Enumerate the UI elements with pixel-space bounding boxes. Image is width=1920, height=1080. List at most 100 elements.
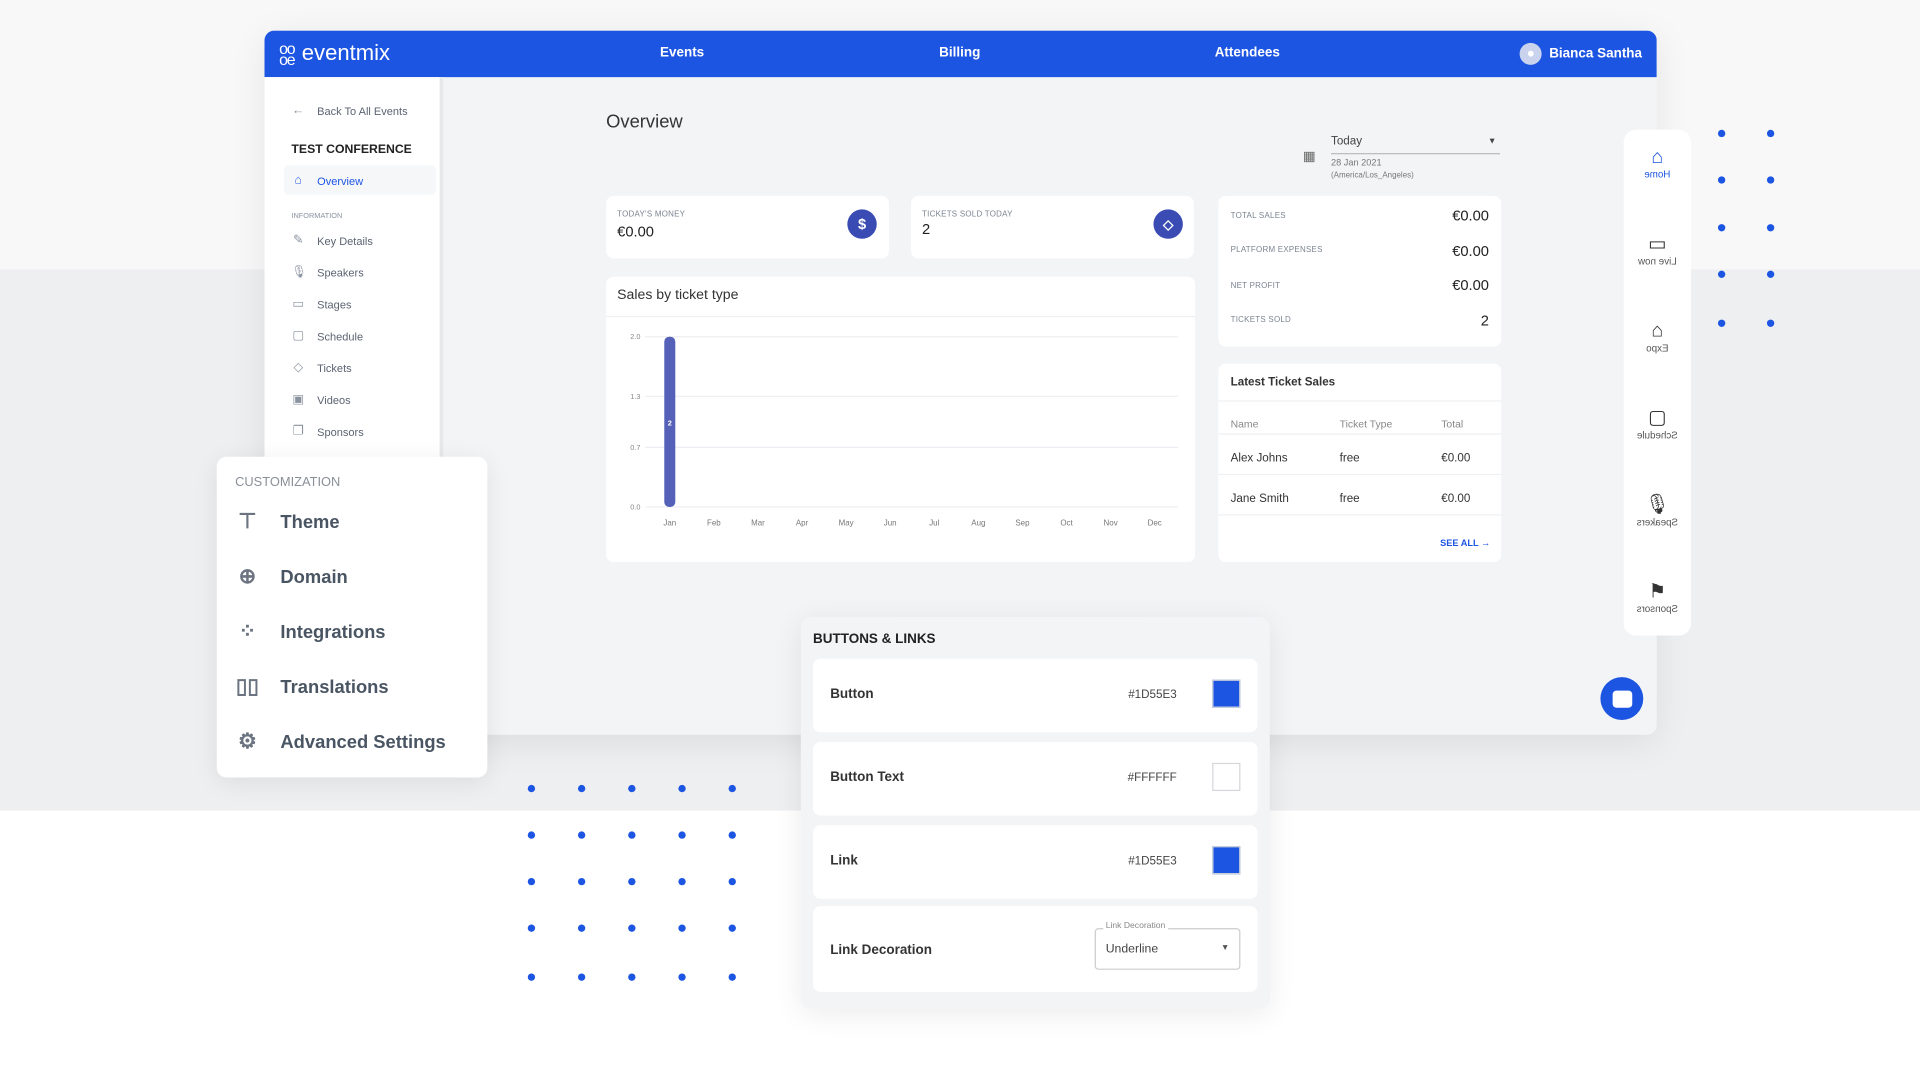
decorative-dot (527, 877, 536, 886)
x-tick-label: Nov (1104, 518, 1118, 527)
decorative-dot (728, 877, 736, 886)
sponsor-icon: ❐ (292, 424, 304, 439)
sidebar-item-stages[interactable]: ▭ Stages (291, 298, 351, 311)
logo-icon: oo oe (279, 38, 296, 68)
column-header-name: Name (1230, 417, 1259, 430)
panel-title: BUTTONS & LINKS (813, 631, 936, 647)
decorative-dot (728, 973, 736, 981)
back-link[interactable]: ← Back To All Events (291, 104, 408, 118)
decorative-dot (628, 973, 636, 981)
bar-data-label: 2 (668, 419, 672, 428)
gear-icon: ⚙ (238, 729, 257, 754)
book-icon: ▯▯ (235, 674, 259, 698)
see-all-link[interactable]: SEE ALL → (1440, 538, 1490, 549)
customization-item-advanced-settings[interactable]: ⚙ Advanced Settings (235, 730, 446, 754)
pencil-icon: ✎ (293, 233, 304, 248)
decorative-dot (1717, 176, 1726, 184)
buttons-links-panel: BUTTONS & LINKS Button #1D55E3 Button Text… (800, 617, 1270, 1009)
color-swatch[interactable] (1212, 762, 1241, 792)
customization-item-theme[interactable]: ⊤ Theme (235, 509, 339, 533)
nav-events[interactable]: Events (660, 45, 704, 60)
color-swatch[interactable] (1212, 846, 1241, 875)
color-swatch[interactable] (1212, 679, 1241, 708)
rail-item-schedule[interactable]: ▢ Schedule (1624, 408, 1691, 441)
x-tick-label: Dec (1148, 518, 1162, 527)
date-value: 28 Jan 2021 (1331, 156, 1382, 168)
timezone: (America/Los_Angeles) (1331, 171, 1414, 181)
x-tick-label: Oct (1060, 518, 1073, 527)
link-decoration-select[interactable]: Link Decoration Underline ▼ (1094, 922, 1241, 970)
sidebar-item-overview-label[interactable]: ⌂ Overview (291, 174, 363, 187)
rail-item-home[interactable]: ⌂ Home (1624, 147, 1691, 180)
customization-item-integrations[interactable]: ⁘ Integrations (235, 619, 386, 644)
color-row-link: Link #1D55E3 (813, 825, 1258, 899)
logo[interactable]: oo oe eventmix (279, 38, 390, 68)
rail-item-sponsors[interactable]: ⚑ Sponsors (1624, 582, 1691, 615)
decorative-dot (628, 877, 636, 886)
arrow-right-icon: → (1481, 537, 1491, 549)
customization-item-translations[interactable]: ▯▯ Translations (235, 675, 389, 699)
decorative-dot (527, 973, 536, 981)
decorative-dot (1717, 270, 1726, 278)
attendee-nav-rail: ⌂ Home ▭ Live now ⌂ Expo ▢ Schedule 🎙 Speakers ⚑ Sp… (1623, 129, 1692, 636)
date-range-select[interactable]: Today ▼ (1331, 135, 1501, 155)
x-tick-label: Jul (929, 518, 939, 527)
decorative-dot (1766, 176, 1775, 184)
decorative-dot (678, 877, 686, 886)
column-header-type: Ticket Type (1339, 417, 1393, 430)
dollar-icon: $ (847, 209, 877, 239)
decorative-dot (577, 973, 586, 981)
sidebar-item-speakers[interactable]: 🎙 Speakers (291, 266, 363, 279)
decorative-dot (527, 924, 536, 932)
color-row-button: Button #1D55E3 (813, 658, 1258, 733)
sidebar-item-key-details[interactable]: ✎ Key Details (291, 233, 373, 248)
table-row[interactable]: Alex Johns free €0.00 (1218, 433, 1502, 473)
sidebar-item-tickets[interactable]: ◇ Tickets (291, 361, 351, 374)
rail-item-expo[interactable]: ⌂ Expo (1624, 321, 1691, 354)
stage: oo oe eventmix Events Billing Attendees ● B… (0, 0, 1920, 1080)
decorative-dot (728, 924, 736, 932)
avatar: ● (1519, 42, 1542, 65)
rail-item-speakers[interactable]: 🎙 Speakers (1624, 495, 1691, 528)
x-tick-label: May (839, 518, 854, 527)
nav-attendees[interactable]: Attendees (1215, 45, 1280, 60)
top-navbar: oo oe eventmix Events Billing Attendees ● B… (264, 30, 1657, 78)
chat-button[interactable] (1600, 677, 1644, 721)
decorative-dot (728, 831, 736, 839)
latest-sales-card: Latest Ticket Sales Name Ticket Type Tot… (1218, 363, 1502, 563)
integrations-icon: ⁘ (238, 619, 257, 643)
decorative-dot (728, 784, 736, 793)
decorative-dot (1717, 129, 1726, 138)
arrow-left-icon: ← (292, 104, 305, 118)
x-tick-label: Sep (1015, 518, 1030, 527)
sidebar-item-sponsors[interactable]: ❐ Sponsors (291, 424, 364, 439)
home-icon: ⌂ (294, 173, 302, 188)
table-row[interactable]: Jane Smith free €0.00 (1218, 473, 1502, 514)
calendar-icon: ▢ (1648, 407, 1667, 429)
caret-down-icon: ▼ (1220, 944, 1230, 953)
user-menu[interactable]: ● Bianca Santha (1519, 42, 1642, 65)
home-icon: ⌂ (1651, 146, 1664, 168)
decorative-dot (678, 831, 686, 839)
decorative-dot (577, 877, 586, 886)
rail-item-live-now[interactable]: ▭ Live now (1624, 234, 1691, 267)
decorative-dot (678, 973, 686, 981)
sidebar-item-schedule[interactable]: ▢ Schedule (291, 329, 363, 342)
summary-row: PLATFORM EXPENSES €0.00 (1230, 241, 1489, 259)
decorative-dot (1766, 129, 1775, 138)
microphone-icon: 🎙 (291, 265, 307, 280)
caret-down-icon: ▼ (1487, 137, 1497, 146)
column-header-total: Total (1441, 417, 1464, 430)
decorative-dot (678, 924, 686, 932)
decorative-dot (1766, 224, 1775, 232)
store-icon: ⌂ (1651, 320, 1664, 342)
stat-card-todays-money: TODAY'S MONEY €0.00 $ (606, 195, 889, 259)
color-row-button-text: Button Text #FFFFFF (813, 742, 1258, 816)
x-tick-label: Aug (971, 518, 985, 527)
play-icon: ▣ (292, 393, 304, 407)
sidebar-item-videos[interactable]: ▣ Videos (291, 393, 350, 406)
nav-billing[interactable]: Billing (939, 45, 980, 60)
customization-item-domain[interactable]: ⊕ Domain (235, 564, 348, 588)
ticket-icon: ◇ (293, 361, 303, 375)
y-tick-label: 0.7 (630, 443, 640, 452)
